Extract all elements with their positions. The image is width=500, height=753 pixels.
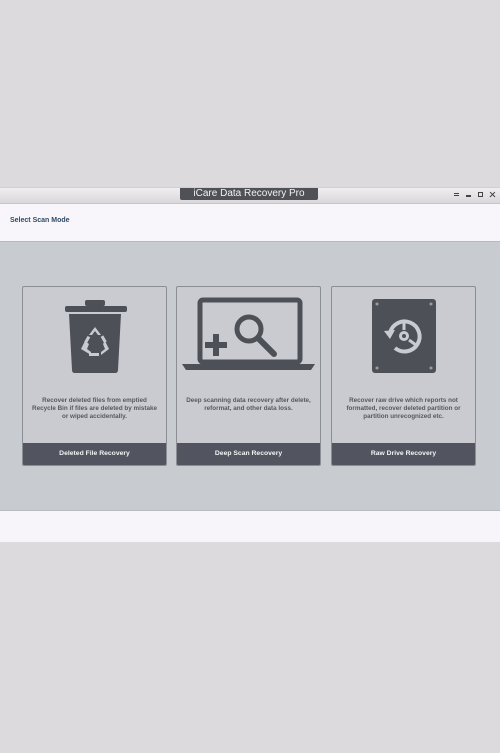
header-bar: Select Scan Mode: [0, 204, 500, 242]
app-window: iCare Data Recovery Pro Select Scan Mode: [0, 188, 500, 542]
deep-scan-recovery-card[interactable]: Deep scanning data recovery after delete…: [176, 286, 321, 466]
window-controls: [453, 191, 496, 198]
close-icon[interactable]: [489, 191, 496, 198]
deleted-file-recovery-button[interactable]: Deleted File Recovery: [23, 443, 166, 465]
hard-drive-recover-icon: [332, 297, 475, 377]
mode-description: Recover raw drive which reports not form…: [346, 397, 461, 420]
menu-icon[interactable]: [453, 191, 460, 198]
footer-bar: [0, 510, 500, 542]
mode-description: Deep scanning data recovery after delete…: [186, 397, 311, 412]
raw-drive-recovery-card[interactable]: Recover raw drive which reports not form…: [331, 286, 476, 466]
title-bar[interactable]: iCare Data Recovery Pro: [0, 188, 500, 204]
deep-scan-recovery-button[interactable]: Deep Scan Recovery: [177, 443, 320, 465]
select-scan-mode-label: Select Scan Mode: [10, 217, 70, 224]
deleted-file-recovery-card[interactable]: Recover deleted files from emptied Recyc…: [22, 286, 167, 466]
raw-drive-recovery-button[interactable]: Raw Drive Recovery: [332, 443, 475, 465]
mode-description: Recover deleted files from emptied Recyc…: [32, 397, 157, 420]
window-title: iCare Data Recovery Pro: [180, 188, 318, 200]
recycle-bin-icon: [23, 297, 166, 377]
minimize-icon[interactable]: [465, 191, 472, 198]
restore-icon[interactable]: [477, 191, 484, 198]
scan-mode-panel: Recover deleted files from emptied Recyc…: [0, 242, 500, 510]
laptop-search-icon: [177, 297, 320, 377]
